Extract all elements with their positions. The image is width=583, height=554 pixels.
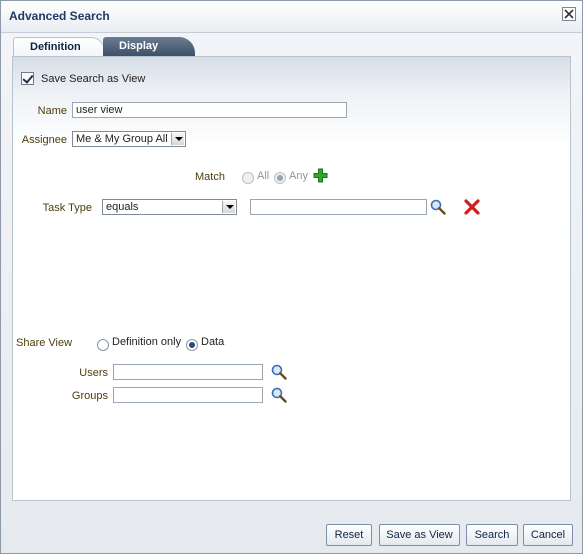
tab-display-label: Display (119, 40, 159, 52)
assignee-select[interactable]: Me & My Group All (72, 131, 186, 147)
name-field[interactable]: user view (72, 102, 347, 118)
save-as-view-checkbox[interactable] (21, 72, 34, 85)
dialog-titlebar: Advanced Search (1, 1, 582, 33)
tab-definition-label: Definition (30, 41, 81, 53)
close-icon[interactable] (562, 7, 576, 21)
assignee-label: Assignee (21, 134, 67, 146)
chevron-down-icon (222, 201, 235, 213)
task-type-operator-select[interactable]: equals (102, 199, 237, 215)
match-all-radio[interactable] (242, 172, 254, 184)
search-icon[interactable] (271, 387, 287, 406)
match-any-radio[interactable] (274, 172, 286, 184)
users-field[interactable] (113, 364, 263, 380)
search-button[interactable]: Search (466, 524, 518, 546)
match-any-label: Any (289, 170, 308, 182)
definition-panel (12, 56, 571, 501)
tab-definition[interactable]: Definition (13, 37, 105, 56)
add-condition-icon[interactable] (313, 168, 328, 186)
reset-button[interactable]: Reset (326, 524, 372, 546)
groups-label: Groups (71, 390, 108, 402)
advanced-search-dialog: Advanced Search Definition Display Save … (0, 0, 583, 554)
match-label: Match (195, 171, 225, 183)
remove-condition-icon[interactable] (464, 199, 480, 218)
share-definition-only-radio[interactable] (97, 339, 109, 351)
groups-field[interactable] (113, 387, 263, 403)
share-data-radio[interactable] (186, 339, 198, 351)
share-definition-only-label: Definition only (112, 336, 182, 348)
save-as-view-label: Save Search as View (41, 73, 146, 85)
task-type-label: Task Type (42, 202, 92, 214)
save-as-view-button[interactable]: Save as View (379, 524, 460, 546)
task-type-operator-value: equals (106, 201, 139, 213)
search-icon[interactable] (430, 199, 446, 218)
match-all-label: All (257, 170, 270, 182)
share-data-label: Data (201, 336, 225, 348)
chevron-down-icon (171, 133, 184, 145)
cancel-button[interactable]: Cancel (523, 524, 573, 546)
dialog-title: Advanced Search (9, 9, 110, 23)
name-label: Name (37, 105, 67, 117)
search-icon[interactable] (271, 364, 287, 383)
task-type-value-field[interactable] (250, 199, 427, 215)
assignee-select-value: Me & My Group All (76, 133, 168, 145)
share-view-label: Share View (16, 337, 73, 349)
users-label: Users (79, 367, 108, 379)
tab-display[interactable]: Display (103, 37, 195, 56)
